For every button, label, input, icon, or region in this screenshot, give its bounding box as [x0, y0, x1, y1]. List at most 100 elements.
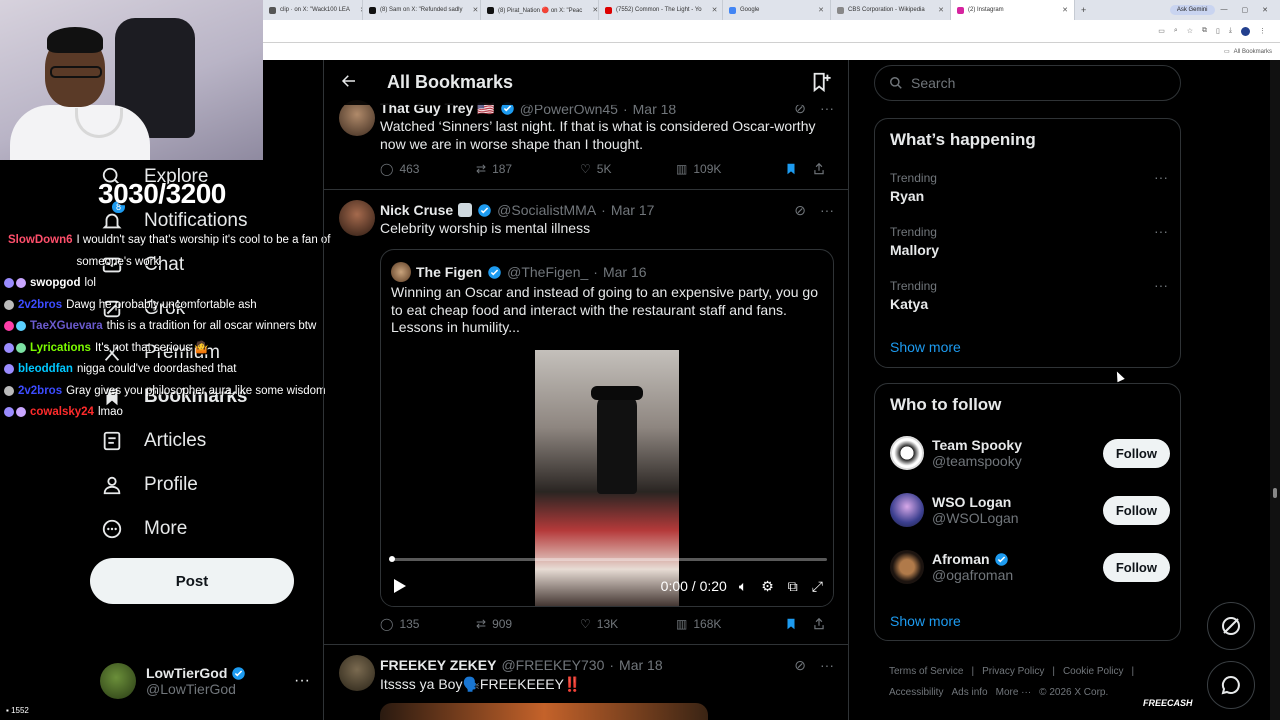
- close-icon[interactable]: ✕: [812, 6, 824, 14]
- menu-icon[interactable]: ⋮: [1259, 27, 1266, 35]
- author-handle[interactable]: @SocialistMMA: [497, 202, 596, 218]
- repost-button[interactable]: ⇄ 187: [476, 162, 580, 176]
- tweet[interactable]: FREEKEY ZEKEY @FREEKEY730 · Mar 18 ⊘ ···…: [324, 645, 848, 720]
- browser-tab[interactable]: (8) Pirat_Nation 🔴 on X: "Peac ✕: [481, 0, 599, 20]
- avatar[interactable]: [339, 100, 375, 136]
- grok-fab-button[interactable]: [1207, 602, 1255, 650]
- show-more-link[interactable]: Show more: [890, 613, 961, 629]
- trend-item[interactable]: Trending Ryan ···: [890, 169, 1168, 204]
- scrollbar-thumb[interactable]: [1273, 488, 1277, 498]
- avatar[interactable]: [339, 200, 375, 236]
- follow-button[interactable]: Follow: [1102, 438, 1170, 468]
- zoom-icon[interactable]: ⌕: [1174, 27, 1178, 35]
- follow-button[interactable]: Follow: [1102, 552, 1170, 582]
- browser-tab[interactable]: Google ✕: [723, 0, 831, 20]
- add-bookmark-folder-icon[interactable]: [810, 71, 832, 93]
- more-dots-icon[interactable]: ···: [1154, 223, 1168, 239]
- footer-link[interactable]: Privacy Policy: [982, 666, 1044, 677]
- tweet-date[interactable]: Mar 17: [611, 202, 655, 218]
- reply-button[interactable]: ◯ 135: [380, 617, 476, 631]
- views-button[interactable]: ▥ 168K: [676, 617, 784, 631]
- close-icon[interactable]: ✕: [706, 6, 718, 14]
- follow-button[interactable]: Follow: [1102, 495, 1170, 525]
- tweet-date[interactable]: Mar 18: [619, 657, 663, 673]
- footer-link[interactable]: More ···: [996, 687, 1032, 698]
- page-scrollbar[interactable]: [1270, 60, 1280, 720]
- minimize-icon[interactable]: —: [1221, 6, 1228, 14]
- bookmark-icon[interactable]: [784, 617, 812, 631]
- video-progress-bar[interactable]: [389, 556, 827, 562]
- chat-fab-button[interactable]: [1207, 661, 1255, 709]
- reply-button[interactable]: ◯ 463: [380, 162, 476, 176]
- fullscreen-icon[interactable]: ⤢: [812, 578, 823, 595]
- author-name[interactable]: FREEKEY ZEKEY: [380, 657, 496, 673]
- views-button[interactable]: ▥ 109K: [676, 162, 784, 176]
- footer-link[interactable]: Ads info: [951, 687, 987, 698]
- picture-in-picture-icon[interactable]: ⧉: [788, 578, 798, 595]
- more-dots-icon[interactable]: ···: [820, 202, 834, 219]
- tweet-media[interactable]: [380, 703, 708, 720]
- new-tab-icon[interactable]: +: [1075, 5, 1092, 15]
- footer-link[interactable]: Terms of Service: [889, 666, 963, 677]
- settings-gear-icon[interactable]: ⚙︎: [761, 578, 774, 595]
- cast-icon[interactable]: ▭: [1158, 27, 1165, 35]
- close-icon[interactable]: ✕: [586, 6, 598, 14]
- bookmark-icon[interactable]: [784, 162, 812, 176]
- close-icon[interactable]: ✕: [932, 6, 944, 14]
- share-icon[interactable]: [812, 162, 826, 176]
- star-icon[interactable]: ☆: [1187, 27, 1193, 35]
- back-arrow-icon[interactable]: [340, 72, 358, 90]
- play-icon[interactable]: [393, 578, 407, 594]
- like-button[interactable]: ♡ 13K: [580, 617, 676, 631]
- follow-suggestion[interactable]: WSO Logan @WSOLogan Follow: [890, 488, 1170, 532]
- close-window-icon[interactable]: ✕: [1262, 6, 1268, 14]
- author-handle[interactable]: @FREEKEY730: [501, 657, 604, 673]
- follow-suggestion[interactable]: Afroman @ogafroman Follow: [890, 545, 1170, 589]
- maximize-icon[interactable]: ▢: [1242, 6, 1249, 14]
- share-icon[interactable]: [812, 617, 826, 631]
- more-dots-icon[interactable]: ···: [1154, 169, 1168, 185]
- search-input[interactable]: Search: [874, 65, 1181, 101]
- browser-tab[interactable]: clip · on X: "Wack100 LEA ✕: [263, 0, 363, 20]
- profile-avatar[interactable]: [1241, 26, 1250, 36]
- more-dots-icon[interactable]: ···: [1154, 277, 1168, 293]
- sidepanel-icon[interactable]: ▯: [1216, 27, 1220, 35]
- post-button[interactable]: Post: [90, 558, 294, 604]
- close-icon[interactable]: ✕: [354, 6, 362, 14]
- like-button[interactable]: ♡ 5K: [580, 162, 676, 176]
- close-icon[interactable]: ✕: [1056, 6, 1068, 14]
- volume-icon[interactable]: 🔈︎: [739, 578, 747, 595]
- nav-profile[interactable]: Profile: [100, 473, 198, 497]
- browser-tab[interactable]: (7552) Common - The Light - Yo ✕: [599, 0, 723, 20]
- grok-icon[interactable]: ⊘: [794, 657, 806, 674]
- more-dots-icon[interactable]: ···: [820, 657, 834, 674]
- footer-separator: |: [1131, 666, 1135, 677]
- nav-more[interactable]: More: [100, 517, 187, 541]
- download-icon[interactable]: ⤓: [1229, 27, 1232, 35]
- follow-suggestion[interactable]: Team Spooky @teamspooky Follow: [890, 431, 1170, 475]
- browser-tab[interactable]: CBS Corporation - Wikipedia ✕: [831, 0, 951, 20]
- trend-item[interactable]: Trending Katya ···: [890, 277, 1168, 312]
- all-bookmarks-folder[interactable]: All Bookmarks: [1234, 49, 1272, 55]
- video-player[interactable]: 0:00 / 0:20 🔈︎ ⚙︎ ⧉ ⤢: [381, 350, 833, 606]
- video-progress-knob[interactable]: [389, 556, 395, 562]
- tweet[interactable]: That Guy Trey 🇺🇸 @PowerOwn45 · Mar 18 ⊘ …: [324, 90, 848, 190]
- quoted-tweet[interactable]: The Figen @TheFigen_ · Mar 16 Winning an…: [380, 249, 834, 607]
- nav-articles[interactable]: Articles: [100, 429, 206, 453]
- more-dots-icon[interactable]: ···: [294, 672, 310, 690]
- author-name[interactable]: Nick Cruse: [380, 202, 453, 218]
- tweet[interactable]: Nick Cruse @SocialistMMA · Mar 17 ⊘ ··· …: [324, 190, 848, 645]
- browser-tab[interactable]: (8) Sam on X: "Refunded sadly ✕: [363, 0, 481, 20]
- avatar[interactable]: [339, 655, 375, 691]
- show-more-link[interactable]: Show more: [890, 339, 961, 355]
- ask-gemini-button[interactable]: Ask Gemini: [1169, 5, 1215, 15]
- grok-icon[interactable]: ⊘: [794, 202, 806, 219]
- extensions-icon[interactable]: ⧉: [1202, 27, 1207, 35]
- footer-link[interactable]: Accessibility: [889, 687, 943, 698]
- trend-item[interactable]: Trending Mallory ···: [890, 223, 1168, 258]
- close-icon[interactable]: ✕: [467, 6, 479, 14]
- footer-link[interactable]: Cookie Policy: [1063, 666, 1124, 677]
- account-switcher[interactable]: LowTierGod @LowTierGod ···: [100, 658, 310, 704]
- repost-button[interactable]: ⇄ 909: [476, 617, 580, 631]
- browser-tab[interactable]: (2) Instagram ✕: [951, 0, 1075, 20]
